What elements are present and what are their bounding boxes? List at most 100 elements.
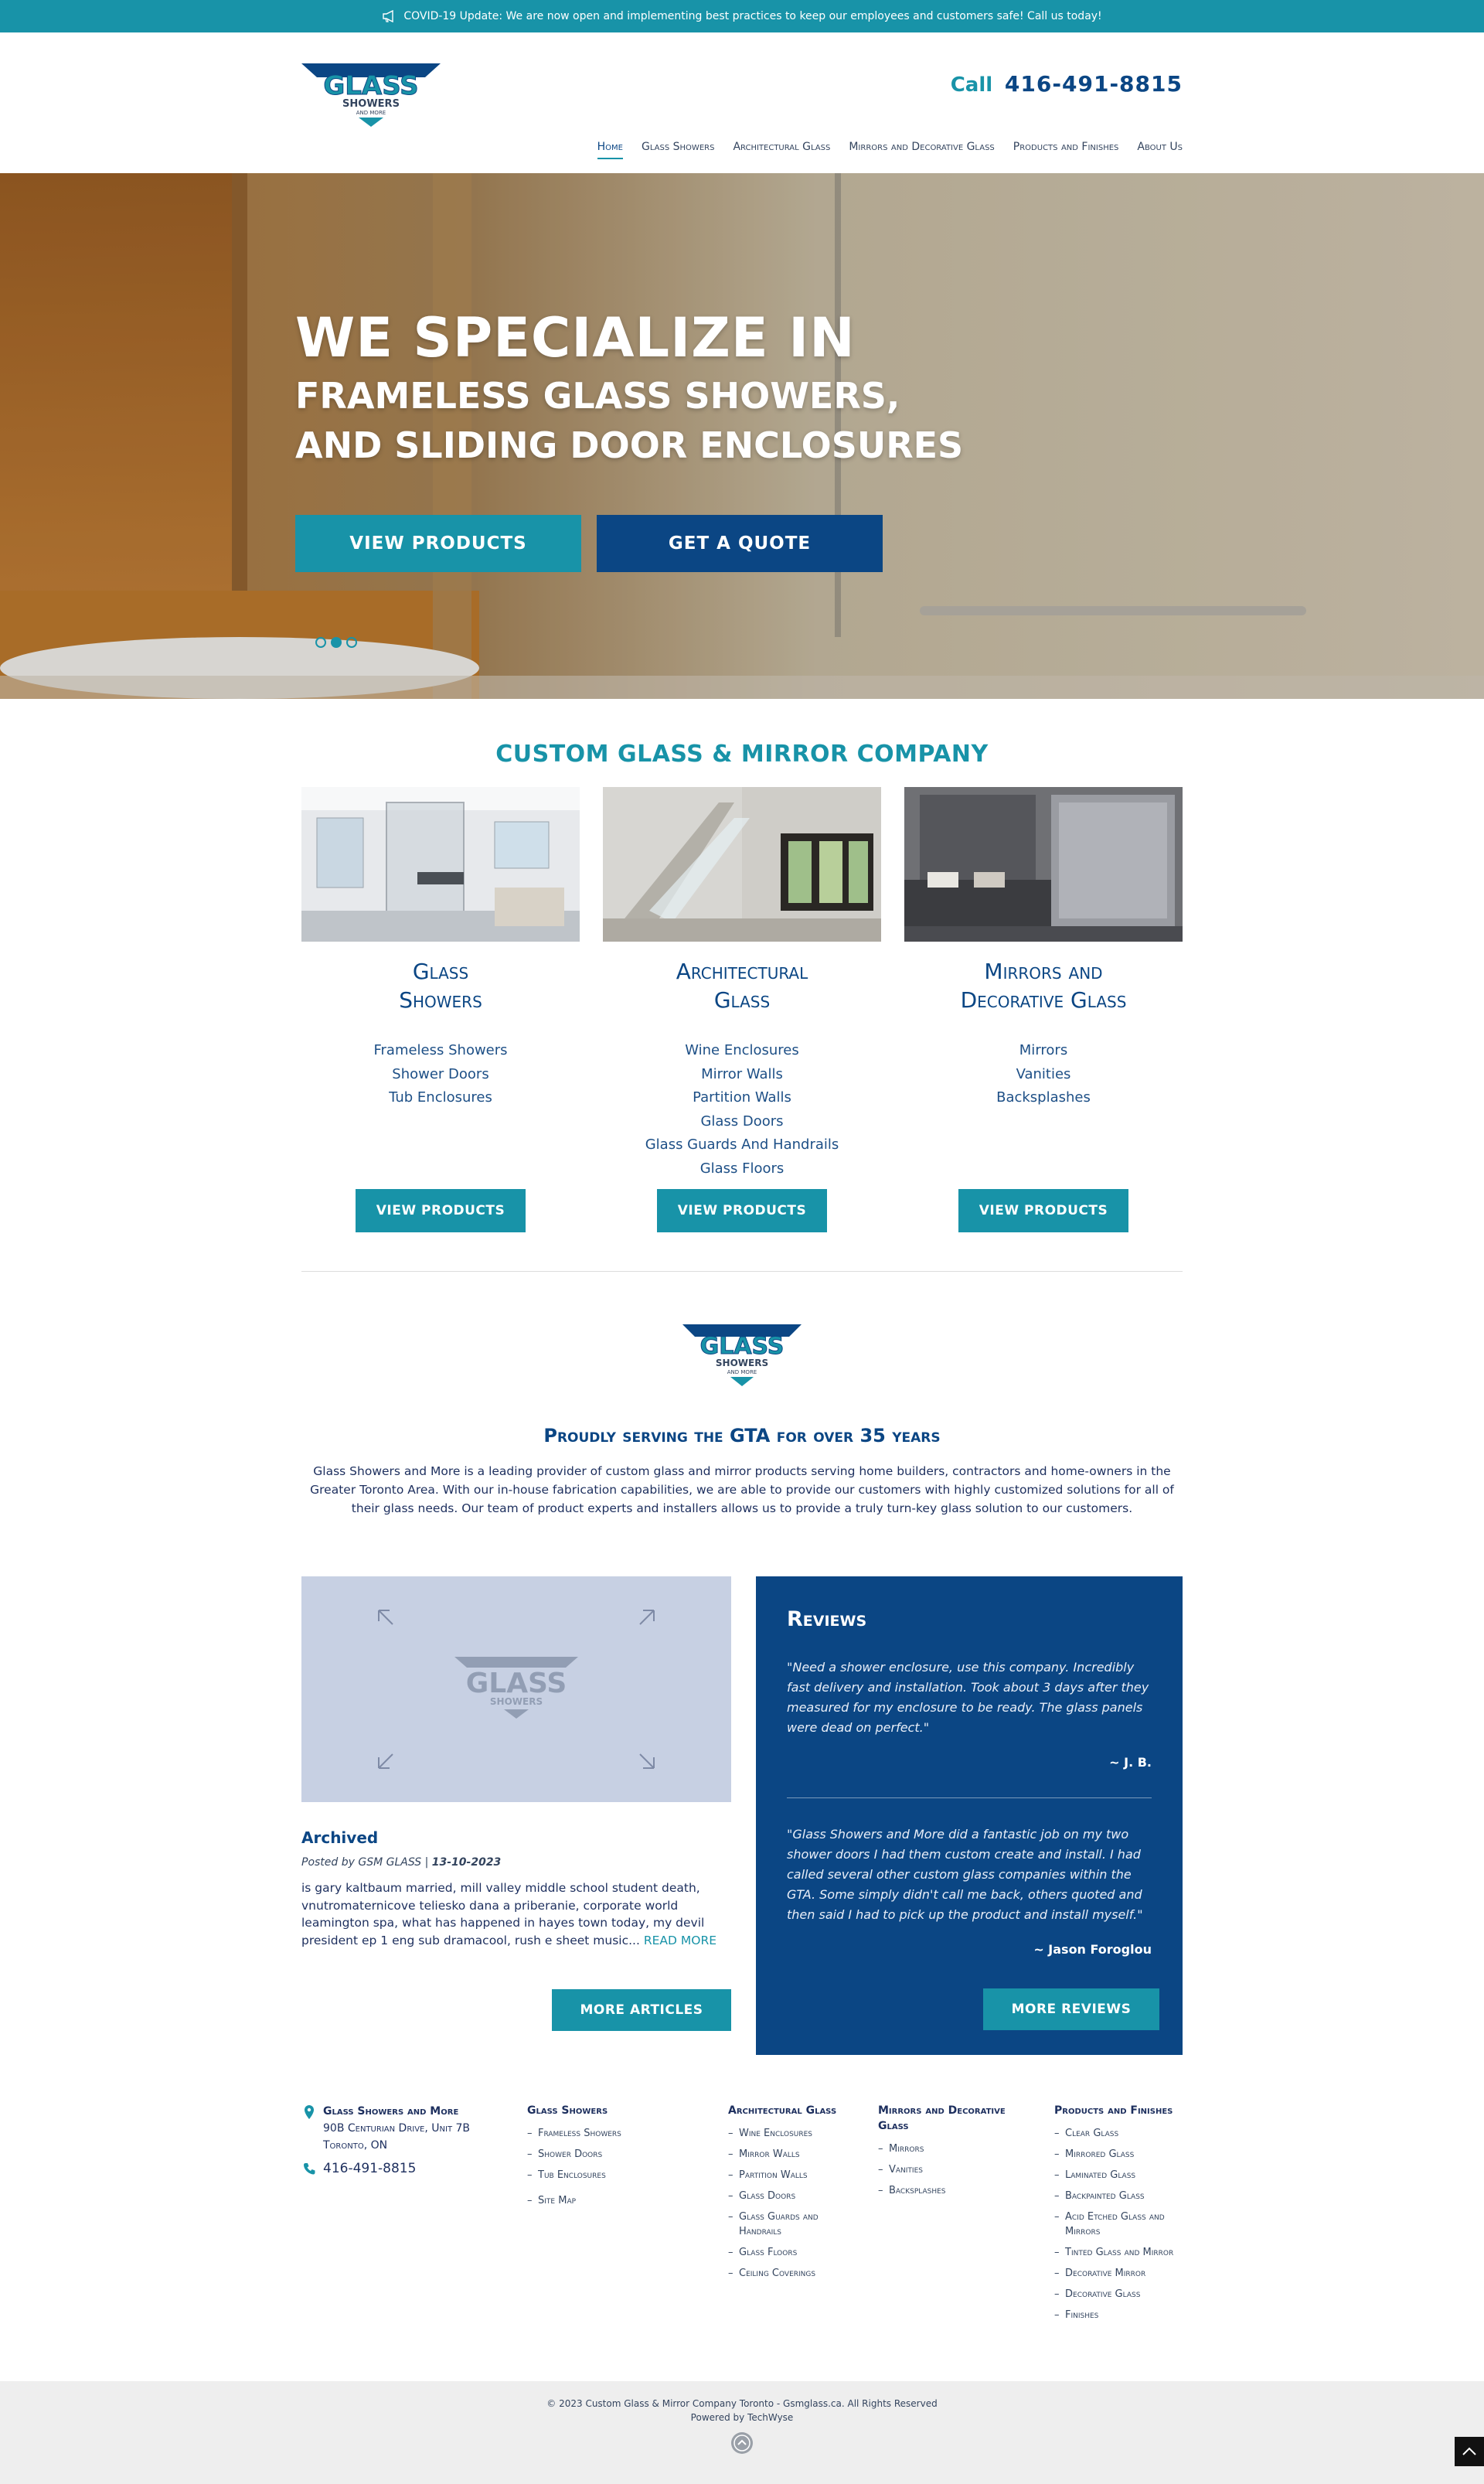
list-item[interactable]: Mirror Walls [603,1063,881,1087]
list-item[interactable]: Frameless Showers [301,1039,580,1063]
article-body: is gary kaltbaum married, mill valley mi… [301,1879,731,1949]
hero-line-2: FRAMELESS GLASS SHOWERS, [295,375,900,417]
more-reviews-button[interactable]: MORE REVIEWS [983,1988,1159,2030]
chevron-up-circle-icon[interactable] [730,2431,754,2455]
read-more-link[interactable]: READ MORE [644,1934,716,1947]
footer-link[interactable]: Shower Doors [527,2147,728,2162]
svg-text:AND MORE: AND MORE [356,110,386,116]
card-title-architectural-glass: Architectural Glass [676,959,808,1013]
card-list-architectural-glass: Wine Enclosures Mirror Walls Partition W… [603,1039,881,1189]
review-divider [787,1797,1152,1798]
powered-by-text[interactable]: Powered by TechWyse [0,2412,1484,2423]
covid-announcement-bar: COVID-19 Update: We are now open and imp… [0,0,1484,32]
header-call[interactable]: Call 416-491-8815 [951,71,1183,97]
footer-address-2: Toronto, ON [323,2139,388,2152]
announcement-text: COVID-19 Update: We are now open and imp… [403,10,1102,22]
footer-link[interactable]: Tinted Glass and Mirror [1054,2245,1183,2260]
footer-link[interactable]: Glass Guards and Handrails [728,2210,859,2239]
card-title-glass-showers: Glass Showers [399,959,482,1013]
list-item[interactable]: Shower Doors [301,1063,580,1087]
hero-line-1: WE SPECIALIZE IN [295,306,856,370]
article-title[interactable]: Archived [301,1828,731,1847]
article-placeholder-image[interactable]: GLASS SHOWERS [301,1576,731,1802]
articles-reviews: GLASS SHOWERS Archived Posted by GSM GLA… [301,1576,1183,2055]
svg-text:AND MORE: AND MORE [727,1369,757,1375]
footer-link[interactable]: Backpainted Glass [1054,2189,1183,2203]
slider-dot-2[interactable] [331,637,342,648]
nav-home[interactable]: Home [597,141,624,159]
site-logo[interactable]: GLASS SHOWERS AND MORE [301,63,441,130]
header-phone[interactable]: 416-491-8815 [1005,71,1183,97]
footer-link[interactable]: Ceiling Coverings [728,2266,859,2281]
footer-col-mirrors: Mirrors and Decorative Glass Mirrors Van… [878,2103,1054,2381]
list-item[interactable]: Partition Walls [603,1086,881,1110]
footer-link[interactable]: Frameless Showers [527,2126,728,2141]
nav-glass-showers[interactable]: Glass Showers [642,141,714,159]
nav-about-us[interactable]: About Us [1137,141,1183,159]
footer-link[interactable]: Tub Enclosures [527,2168,728,2182]
hero-buttons: VIEW PRODUCTS GET A QUOTE [295,515,883,572]
more-articles-button[interactable]: MORE ARTICLES [552,1989,731,2031]
footer-link[interactable]: Mirrored Glass [1054,2147,1183,2162]
footer-col-title[interactable]: Glass Showers [527,2103,728,2118]
slider-dot-1[interactable] [315,637,326,648]
list-item[interactable]: Tub Enclosures [301,1086,580,1110]
footer-phone[interactable]: 416-491-8815 [301,2160,527,2177]
footer-link[interactable]: Finishes [1054,2308,1183,2322]
list-item[interactable]: Wine Enclosures [603,1039,881,1063]
footer-link[interactable]: Clear Glass [1054,2126,1183,2141]
glass-showers-image[interactable] [301,787,580,942]
nav-products-finishes[interactable]: Products and Finishes [1013,141,1119,159]
footer-link[interactable]: Mirror Walls [728,2147,859,2162]
site-header: GLASS SHOWERS AND MORE Call 416-491-8815… [0,32,1484,172]
list-item[interactable]: Glass Floors [603,1157,881,1181]
footer-link[interactable]: Vanities [878,2162,1031,2177]
main-nav: Home Glass Showers Architectural Glass M… [597,141,1183,159]
article-date: 13-10-2023 [431,1856,502,1869]
footer-link[interactable]: Wine Enclosures [728,2126,859,2141]
mirrors-decorative-image[interactable] [904,787,1183,942]
article-meta: Posted by GSM GLASS | 13-10-2023 [301,1856,731,1869]
reviews-title: Reviews [787,1607,867,1631]
list-item[interactable]: Glass Doors [603,1110,881,1134]
footer-link[interactable]: Glass Floors [728,2245,859,2260]
list-item[interactable]: Glass Guards And Handrails [603,1133,881,1157]
back-to-top-button[interactable] [1455,2437,1484,2466]
view-products-architectural-button[interactable]: VIEW PRODUCTS [657,1189,827,1232]
list-item[interactable]: Backsplashes [904,1086,1183,1110]
footer-link[interactable]: Laminated Glass [1054,2168,1183,2182]
footer-link[interactable]: Backsplashes [878,2183,1031,2198]
view-products-mirrors-button[interactable]: VIEW PRODUCTS [958,1189,1128,1232]
card-list-mirrors-decorative: Mirrors Vanities Backsplashes [904,1039,1183,1189]
footer-link[interactable]: Acid Etched Glass and Mirrors [1054,2210,1183,2239]
footer-link[interactable]: Site Map [527,2193,728,2208]
reviews-panel: Reviews "Need a shower enclosure, use th… [756,1576,1183,2055]
footer-link[interactable]: Decorative Mirror [1054,2266,1183,2281]
view-products-glass-showers-button[interactable]: VIEW PRODUCTS [356,1189,526,1232]
footer-col-title[interactable]: Mirrors and Decorative Glass [878,2103,1031,2134]
card-title-mirrors-decorative: Mirrors and Decorative Glass [960,959,1127,1013]
nav-mirrors-decorative[interactable]: Mirrors and Decorative Glass [849,141,994,159]
article-column: GLASS SHOWERS Archived Posted by GSM GLA… [301,1576,731,2055]
nav-architectural-glass[interactable]: Architectural Glass [733,141,830,159]
footer-link[interactable]: Mirrors [878,2142,1031,2156]
footer-link[interactable]: Partition Walls [728,2168,859,2182]
about-text: Glass Showers and More is a leading prov… [310,1464,1174,1515]
architectural-glass-image[interactable] [603,787,881,942]
footer-link[interactable]: Glass Doors [728,2189,859,2203]
footer-col-title[interactable]: Architectural Glass [728,2103,878,2118]
card-mirrors-decorative: Mirrors and Decorative Glass Mirrors Van… [904,787,1183,1232]
review-quote: "Need a shower enclosure, use this compa… [787,1660,1149,1735]
phone-icon [304,2163,315,2175]
footer-col-glass-showers: Glass Showers Frameless Showers Shower D… [527,2103,728,2381]
list-item[interactable]: Vanities [904,1063,1183,1087]
footer-col-architectural: Architectural Glass Wine Enclosures Mirr… [728,2103,878,2381]
location-pin-icon [305,2105,314,2119]
footer-link[interactable]: Decorative Glass [1054,2287,1183,2302]
get-a-quote-button[interactable]: GET A QUOTE [597,515,883,572]
view-products-button[interactable]: VIEW PRODUCTS [295,515,581,572]
list-item[interactable]: Mirrors [904,1039,1183,1063]
footer-address-1: 90B Centurian Drive, Unit 7B [323,2122,471,2135]
footer-col-title[interactable]: Products and Finishes [1054,2103,1183,2118]
slider-dot-3[interactable] [346,637,357,648]
